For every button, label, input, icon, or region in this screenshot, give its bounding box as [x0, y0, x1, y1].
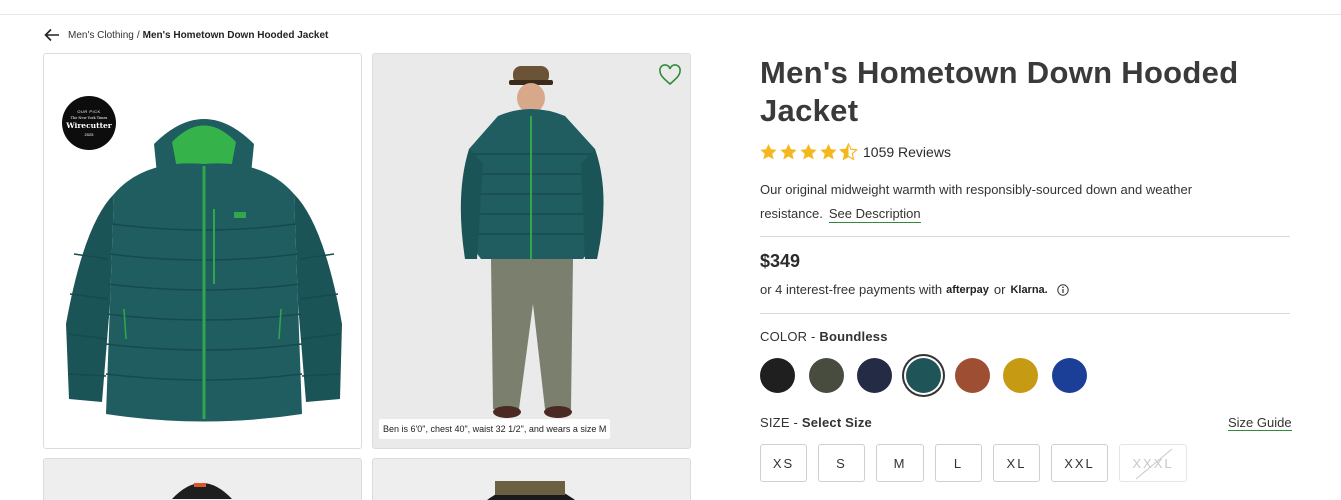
installment-payments: or 4 interest-free payments with afterpa…	[760, 282, 1069, 297]
color-label-prefix: COLOR -	[760, 329, 816, 344]
size-option-label: XS	[772, 455, 795, 471]
divider	[760, 236, 1290, 237]
breadcrumb-link-mens-clothing[interactable]: Men's Clothing	[68, 30, 134, 41]
size-options: XS S M L XL XXL XXXL	[760, 444, 1198, 482]
color-label: COLOR - Boundless	[760, 329, 888, 344]
payments-or: or	[993, 282, 1006, 297]
size-option-label: XL	[1006, 455, 1027, 471]
color-swatch[interactable]	[808, 358, 844, 393]
half-star-icon	[839, 143, 858, 161]
model-cap-image-2	[487, 481, 575, 500]
breadcrumb-current: Men's Hometown Down Hooded Jacket	[142, 29, 329, 41]
product-image-thumb-4[interactable]	[372, 458, 691, 500]
size-guide-link[interactable]: Size Guide	[1228, 415, 1292, 431]
rating-summary[interactable]: 1059 Reviews	[759, 143, 951, 161]
color-swatch[interactable]	[906, 358, 942, 393]
header-divider	[0, 14, 1341, 15]
description-text: Our original midweight warmth with respo…	[760, 182, 1193, 221]
divider	[760, 313, 1290, 314]
size-option-label: XXL	[1064, 455, 1095, 471]
star-icon	[760, 143, 777, 160]
klarna-logo: Klarna.	[1010, 283, 1048, 296]
size-option-s[interactable]: S	[818, 444, 865, 482]
size-label: SIZE - Select Size	[760, 415, 872, 430]
color-swatch[interactable]	[954, 358, 990, 393]
unavailable-slash-icon	[1135, 448, 1173, 480]
size-option-xxl[interactable]: XXL	[1051, 444, 1108, 482]
size-option-m[interactable]: M	[876, 444, 924, 482]
model-size-caption: Ben is 6'0", chest 40", waist 32 1/2", a…	[379, 419, 611, 439]
size-option-l[interactable]: L	[935, 444, 982, 482]
color-swatches	[760, 358, 1101, 393]
star-icon	[800, 143, 817, 160]
size-option-label: S	[836, 455, 847, 471]
back-arrow-icon[interactable]	[44, 28, 60, 42]
product-image-thumb-3[interactable]	[43, 458, 362, 500]
wishlist-heart-icon[interactable]	[658, 64, 682, 86]
size-option-xxxl[interactable]: XXXL	[1119, 444, 1187, 482]
star-icon	[820, 143, 837, 160]
see-description-link[interactable]: See Description	[828, 206, 921, 223]
size-label-prefix: SIZE -	[760, 415, 799, 430]
breadcrumb-separator: /	[136, 29, 140, 41]
product-title: Men's Hometown Down Hooded Jacket	[760, 55, 1239, 128]
color-swatch[interactable]	[760, 358, 795, 393]
selected-size: Select Size	[801, 415, 872, 430]
size-option-xs[interactable]: XS	[760, 444, 807, 482]
product-description: Our original midweight warmth with respo…	[760, 178, 1280, 226]
model-image	[460, 66, 604, 418]
payments-prefix: or 4 interest-free payments with	[760, 282, 943, 297]
jacket-image	[66, 119, 342, 422]
info-icon[interactable]	[1057, 283, 1069, 296]
size-option-label: L	[953, 455, 964, 471]
star-rating	[759, 143, 859, 161]
size-option-label: M	[893, 455, 907, 471]
product-image-main[interactable]: OUR PICK The New York Times Wirecutter 2…	[43, 53, 362, 449]
product-price: $349	[760, 251, 801, 271]
reviews-count-link[interactable]: 1059 Reviews	[863, 144, 951, 160]
model-cap-image	[172, 483, 232, 499]
selected-color-name: Boundless	[819, 329, 888, 344]
breadcrumb: Men's Clothing / Men's Hometown Down Hoo…	[44, 28, 328, 42]
product-image-model[interactable]: Ben is 6'0", chest 40", waist 32 1/2", a…	[372, 53, 691, 449]
star-icon	[780, 143, 797, 160]
color-swatch[interactable]	[857, 358, 893, 393]
size-option-xl[interactable]: XL	[993, 444, 1040, 482]
color-swatch[interactable]	[1003, 358, 1039, 393]
afterpay-logo: afterpay	[946, 283, 989, 296]
color-swatch[interactable]	[1052, 358, 1088, 393]
